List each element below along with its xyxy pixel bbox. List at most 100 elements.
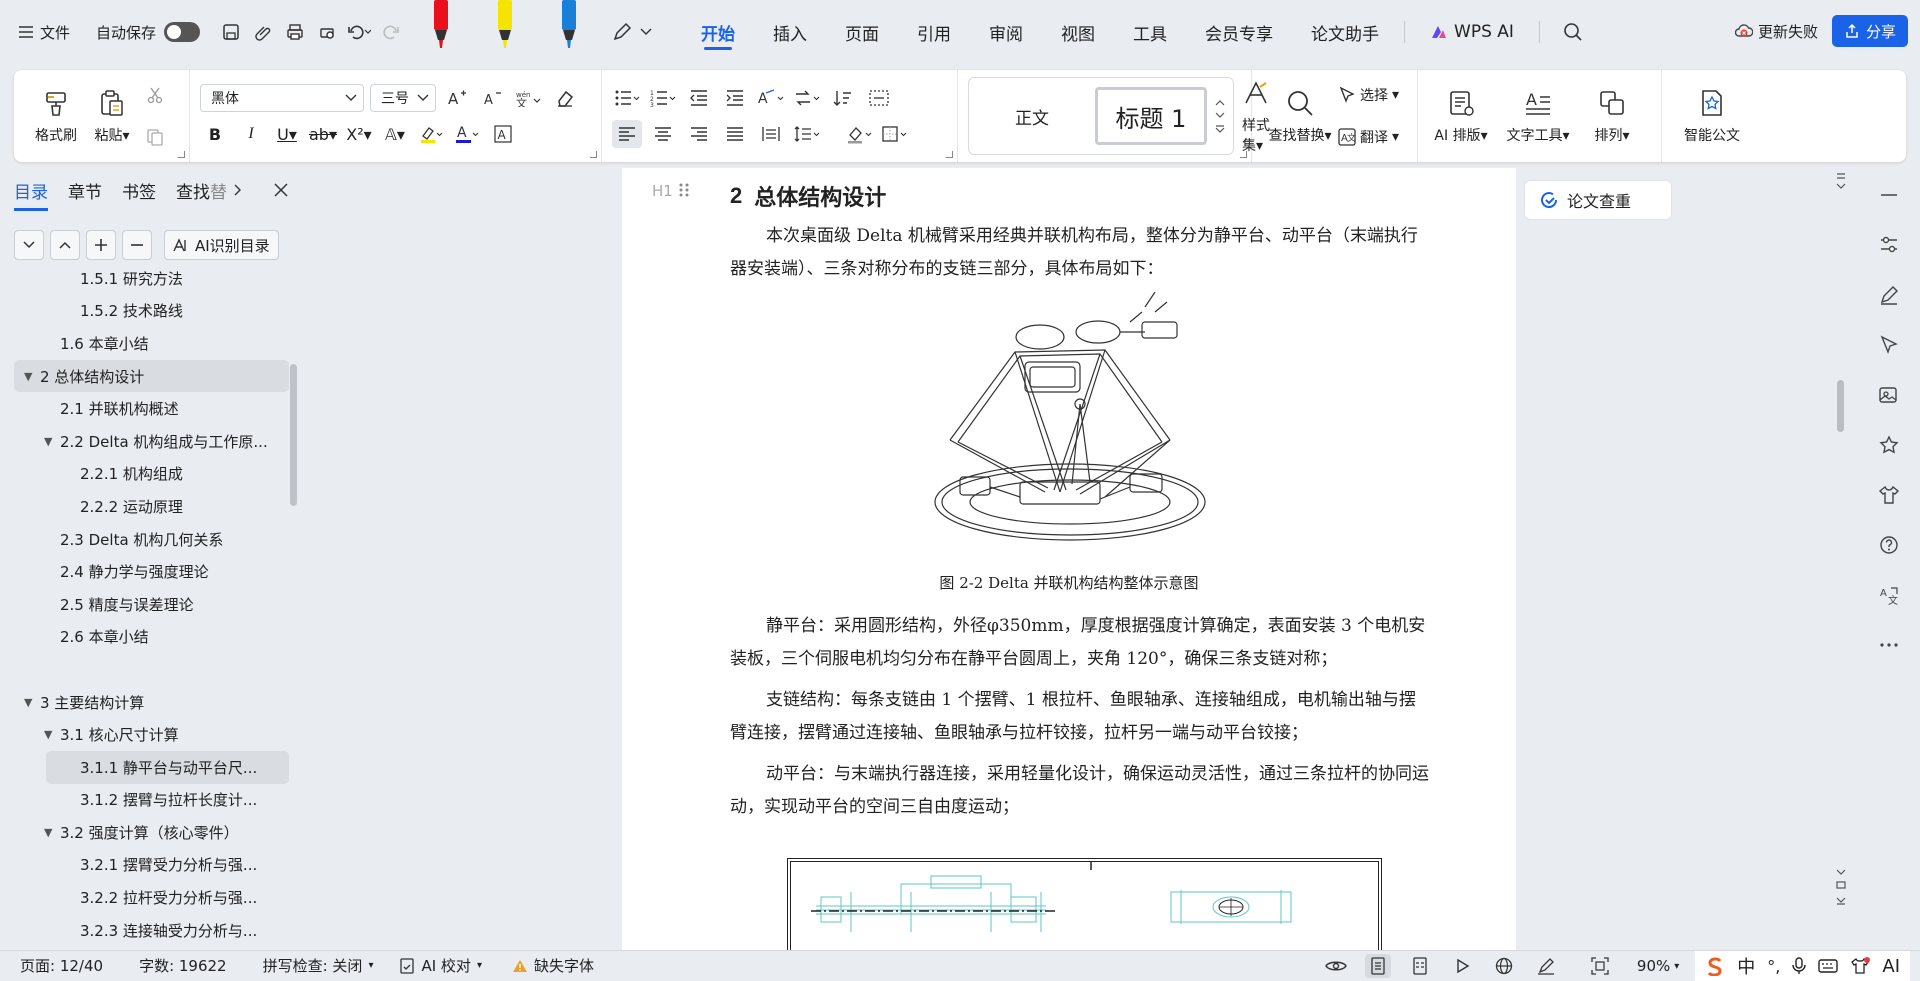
ai-proofread-button[interactable]: AI 校对 ▾	[399, 955, 482, 976]
toc-item[interactable]: ▼ 3 主要结构计算	[14, 686, 289, 719]
redo-icon[interactable]	[378, 19, 404, 45]
shirt-icon[interactable]	[1875, 480, 1903, 510]
toc-item[interactable]: 3.1.1 静平台与动平台尺...	[46, 750, 289, 784]
tab-toc[interactable]: 目录	[14, 178, 48, 211]
align-left-icon[interactable]	[612, 120, 642, 148]
shading-icon[interactable]	[844, 120, 874, 148]
update-failed-button[interactable]: 更新失败	[1734, 21, 1818, 42]
expand-caret-icon[interactable]: ▼	[44, 826, 60, 839]
bullet-list-icon[interactable]	[612, 84, 642, 112]
tab-references[interactable]: 引用	[898, 0, 970, 64]
drag-handle-icon[interactable]	[679, 182, 689, 200]
toc-item[interactable]: 1.5.1 研究方法	[14, 262, 289, 295]
pen-tool-dropdown[interactable]	[612, 22, 652, 42]
ime-ai-button[interactable]: AI	[1882, 956, 1900, 977]
tab-thesis-assistant[interactable]: 论文助手	[1292, 0, 1398, 64]
star-icon[interactable]	[1875, 430, 1903, 460]
plagiarism-check-button[interactable]: 论文查重	[1524, 180, 1672, 220]
search-icon[interactable]	[1560, 19, 1586, 45]
yellow-marker-icon[interactable]	[492, 0, 518, 50]
ai-layout-button[interactable]: AI 排版▾	[1428, 87, 1494, 145]
justify-icon[interactable]	[720, 120, 750, 148]
delta-robot-figure[interactable]	[930, 292, 1220, 552]
document-scrollbar[interactable]	[1832, 168, 1850, 950]
expand-gallery-icon[interactable]	[1215, 125, 1225, 133]
borders-icon[interactable]	[880, 120, 910, 148]
translate-button[interactable]: A文 翻译 ▾	[1338, 120, 1399, 154]
paste-button[interactable]: 粘贴▾	[84, 87, 140, 145]
select-button[interactable]: 选择 ▾	[1338, 78, 1399, 112]
tab-review[interactable]: 审阅	[970, 0, 1042, 64]
line-spacing-icon[interactable]	[792, 120, 822, 148]
print-preview-icon[interactable]	[314, 19, 340, 45]
help-icon[interactable]	[1875, 530, 1903, 560]
image-ai-icon[interactable]	[1875, 380, 1903, 410]
globe-icon[interactable]	[1491, 954, 1517, 978]
char-border-icon[interactable]: A	[488, 120, 518, 148]
sogou-logo-icon[interactable]	[1705, 956, 1725, 976]
spell-check-status[interactable]: 拼写检查: 关闭 ▾	[263, 955, 374, 976]
underline-icon[interactable]: U▾	[272, 120, 302, 148]
toc-item[interactable]: ▼ 3.2 强度计算（核心零件）	[14, 816, 289, 849]
format-painter-button[interactable]: 格式刷	[28, 87, 84, 145]
toc-item[interactable]: 1.5.2 技术路线	[14, 295, 289, 328]
tab-view[interactable]: 视图	[1042, 0, 1114, 64]
align-center-icon[interactable]	[648, 120, 678, 148]
tab-wps-ai[interactable]: WPS AI	[1411, 0, 1533, 64]
toc-item[interactable]: 2.3 Delta 机构几何关系	[14, 523, 289, 556]
add-heading-button[interactable]	[86, 230, 116, 260]
smart-doc-button[interactable]: 智能公文	[1672, 87, 1752, 145]
tab-home[interactable]: 开始	[682, 0, 754, 64]
toc-item[interactable]: 2.2.2 运动原理	[14, 490, 289, 523]
expand-caret-icon[interactable]: ▼	[24, 370, 40, 383]
more-icon[interactable]	[1875, 630, 1903, 660]
find-replace-button[interactable]: 查找替换▾	[1262, 87, 1338, 145]
tab-insert[interactable]: 插入	[754, 0, 826, 64]
paragraph[interactable]: 本次桌面级 Delta 机械臂采用经典并联机构布局，整体分为静平台、动平台（末端…	[730, 220, 1430, 286]
text-tools-button[interactable]: A 文字工具▾	[1500, 87, 1576, 145]
toc-item[interactable]: 3.2.1 摆臂受力分析与强...	[14, 849, 289, 882]
tab-chapters[interactable]: 章节	[68, 178, 102, 203]
tab-member[interactable]: 会员专享	[1186, 0, 1292, 64]
chevron-right-icon[interactable]	[233, 183, 243, 197]
pointer-icon[interactable]	[1875, 330, 1903, 360]
file-menu[interactable]: 文件	[18, 22, 70, 43]
paperclip-icon[interactable]	[250, 19, 276, 45]
blue-marker-icon[interactable]	[556, 0, 582, 50]
tab-page[interactable]: 页面	[826, 0, 898, 64]
scroll-thumb[interactable]	[1837, 380, 1844, 432]
toc-item[interactable]: 3.2.3 连接轴受力分析与...	[14, 914, 289, 940]
font-name-select[interactable]: 黑体	[200, 84, 364, 112]
tab-find[interactable]: 查找替	[176, 178, 227, 203]
punctuation-icon[interactable]: °,	[1767, 957, 1780, 976]
bold-icon[interactable]: B	[200, 120, 230, 148]
grow-font-icon[interactable]: A	[442, 84, 472, 112]
paragraph[interactable]: 静平台：采用圆形结构，外径φ350mm，厚度根据强度计算确定，表面安装 3 个电…	[730, 610, 1430, 676]
superscript-icon[interactable]: X²▾	[344, 120, 374, 148]
missing-font-warning[interactable]: 缺失字体	[512, 955, 594, 976]
cad-drawing-figure[interactable]	[787, 858, 1382, 950]
tab-tools[interactable]: 工具	[1114, 0, 1186, 64]
outline-view-icon[interactable]	[1407, 954, 1433, 978]
shrink-font-icon[interactable]: A	[478, 84, 508, 112]
tab-bookmarks[interactable]: 书签	[122, 178, 156, 203]
strikethrough-icon[interactable]: ab▾	[308, 120, 338, 148]
expand-caret-icon[interactable]: ▼	[24, 696, 40, 709]
toc-scrollbar[interactable]	[290, 364, 297, 506]
collapse-down-button[interactable]	[14, 230, 44, 260]
toc-item[interactable]: 2.5 精度与误差理论	[14, 588, 289, 621]
toc-item[interactable]: 2.4 静力学与强度理论	[14, 555, 289, 588]
style-normal[interactable]: 正文	[977, 104, 1087, 129]
group-expander[interactable]	[178, 151, 185, 158]
chevron-up-icon[interactable]	[1215, 99, 1225, 106]
translate-sidebar-icon[interactable]: A文	[1875, 580, 1903, 610]
toc-item[interactable]: 2.1 并联机构概述	[14, 392, 289, 425]
keyboard-icon[interactable]	[1818, 958, 1839, 974]
distributed-icon[interactable]	[756, 120, 786, 148]
save-icon[interactable]	[218, 19, 244, 45]
remove-heading-button[interactable]	[122, 230, 152, 260]
page-view-icon[interactable]	[1364, 954, 1391, 978]
share-button[interactable]: 分享	[1831, 15, 1908, 47]
style-gallery-scroll[interactable]	[1215, 99, 1225, 133]
toc-item[interactable]: ▼ 2.2 Delta 机构组成与工作原...	[14, 425, 289, 458]
